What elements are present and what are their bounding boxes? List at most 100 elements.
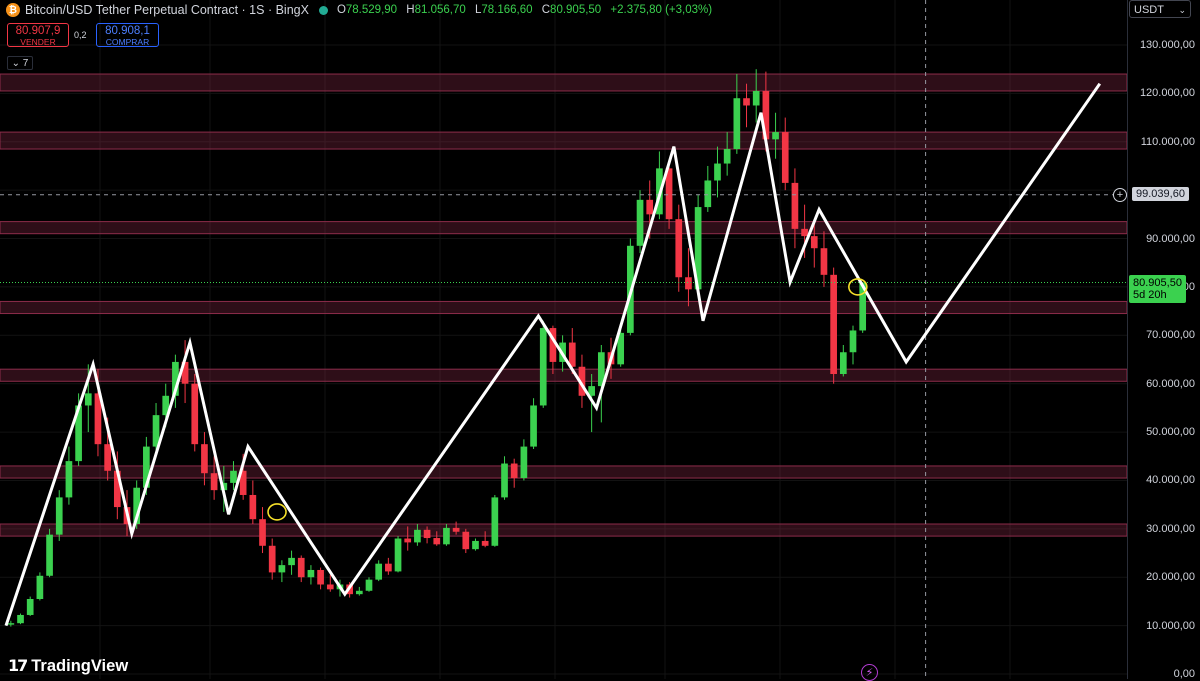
candle-body — [104, 444, 111, 471]
price-tick-label: 110.000,00 — [1140, 135, 1195, 148]
price-tick-label: 60.000,00 — [1146, 377, 1195, 390]
candle-body — [743, 98, 750, 106]
price-tick-label: 120.000,00 — [1139, 87, 1195, 100]
logo-text: TradingView — [31, 656, 129, 675]
candle-body — [17, 614, 24, 624]
candle-body — [772, 132, 779, 140]
bitcoin-icon: ₿ — [6, 3, 20, 17]
candle-body — [65, 461, 73, 498]
candle-body — [723, 149, 731, 164]
candle-body — [714, 163, 721, 181]
sell-button[interactable]: 80.907,9 VENDER — [7, 23, 69, 47]
indicators-toggle[interactable]: ⌄ 7 — [7, 56, 33, 70]
candle-body — [733, 98, 741, 150]
buy-button[interactable]: 80.908,1 COMPRAR — [96, 23, 159, 47]
candle-body — [201, 444, 208, 474]
candle-body — [26, 599, 34, 615]
last-price-label: 80.905,50 5d 20h — [1129, 274, 1186, 303]
last-price-value: 80.905,50 — [1133, 276, 1182, 289]
candle-body — [249, 494, 257, 520]
highlight-circle — [267, 503, 287, 521]
candles — [7, 69, 867, 627]
close-label: C — [541, 4, 551, 16]
candle-body — [491, 497, 499, 546]
candle-body — [510, 463, 518, 479]
candle-body — [704, 180, 712, 208]
candle-body — [810, 236, 818, 249]
candle-body — [839, 352, 847, 375]
candle-body — [404, 538, 412, 543]
candle-body — [268, 545, 276, 573]
lightning-icon[interactable]: ⚡ — [861, 664, 878, 681]
sr-zone — [0, 221, 1127, 235]
sell-label: VENDER — [20, 37, 56, 47]
candle-body — [752, 90, 760, 106]
price-tick-label: 70.000,00 — [1146, 329, 1195, 342]
candle-body — [365, 579, 373, 591]
symbol-header: ₿ Bitcoin/USD Tether Perpetual Contract … — [6, 2, 718, 18]
add-alert-icon[interactable]: + — [1113, 187, 1127, 202]
bar-countdown: 5d 20h — [1133, 288, 1167, 301]
candle-body — [646, 199, 654, 215]
chart-grid — [0, 0, 1127, 679]
candle-body — [452, 527, 460, 532]
candle-body — [326, 584, 334, 590]
candle-body — [443, 527, 450, 545]
open-value: 78.529,90 — [345, 4, 398, 16]
candle-body — [685, 277, 692, 290]
market-open-icon — [318, 5, 328, 15]
candle-body — [462, 531, 470, 550]
candle-body — [317, 569, 324, 585]
candle-body — [297, 557, 305, 578]
price-tick-label: 0,00 — [1173, 668, 1195, 680]
buy-price: 80.908,1 — [105, 25, 150, 37]
low-value: 78.166,60 — [481, 4, 533, 16]
candle-body — [433, 538, 441, 545]
candle-body — [355, 590, 363, 595]
candle-body — [278, 565, 286, 573]
candle-body — [539, 328, 547, 406]
candle-body — [7, 623, 15, 625]
price-chart[interactable] — [0, 0, 1127, 679]
high-value: 81.056,70 — [414, 4, 466, 16]
sr-zone — [0, 523, 1127, 537]
candle-body — [472, 540, 479, 550]
candle-body — [46, 534, 53, 576]
candle-body — [385, 563, 392, 572]
sell-price: 80.907,9 — [15, 25, 61, 37]
high-label: H — [406, 4, 415, 16]
candle-body — [849, 330, 857, 353]
sr-zone — [0, 73, 1127, 92]
candle-body — [530, 405, 537, 447]
open-label: O — [336, 4, 346, 16]
price-tick-label: 50.000,00 — [1146, 426, 1195, 439]
sr-zone — [0, 300, 1127, 315]
buy-label: COMPRAR — [105, 37, 150, 47]
tradingview-logo-icon: 𝟭𝟳 — [8, 658, 28, 675]
candle-body — [820, 248, 828, 275]
candle-body — [394, 538, 402, 572]
candle-body — [501, 463, 508, 498]
currency-selector[interactable]: USDT ⌄ — [1129, 0, 1191, 18]
crosshair-price-label: 99.039,60 — [1132, 186, 1189, 201]
candle-body — [307, 569, 315, 578]
price-tick-label: 10.000,00 — [1146, 619, 1195, 632]
price-tick-label: 40.000,00 — [1146, 474, 1195, 487]
chevron-down-icon: ⌄ — [1178, 5, 1186, 15]
price-tick-label: 20.000,00 — [1146, 571, 1195, 584]
candle-body — [801, 228, 808, 237]
candle-body — [791, 182, 799, 229]
candle-body — [830, 274, 837, 375]
price-axis[interactable]: 130.000,00 120.000,00 110.000,00 90.000,00 8… — [1127, 0, 1200, 680]
sr-zone — [0, 368, 1127, 382]
symbol-title[interactable]: Bitcoin/USD Tether Perpetual Contract · … — [25, 3, 309, 17]
tradingview-logo[interactable]: 𝟭𝟳 TradingView — [8, 656, 128, 676]
price-tick-label: 90.000,00 — [1146, 232, 1195, 245]
candle-body — [259, 519, 266, 546]
close-value: 80.905,50 — [550, 4, 602, 16]
highlight-markers — [267, 278, 868, 521]
candle-body — [191, 383, 199, 445]
price-tick-label: 130.000,00 — [1139, 39, 1195, 51]
price-tick-label: 30.000,00 — [1146, 522, 1195, 535]
support-resistance-zones — [0, 73, 1127, 537]
